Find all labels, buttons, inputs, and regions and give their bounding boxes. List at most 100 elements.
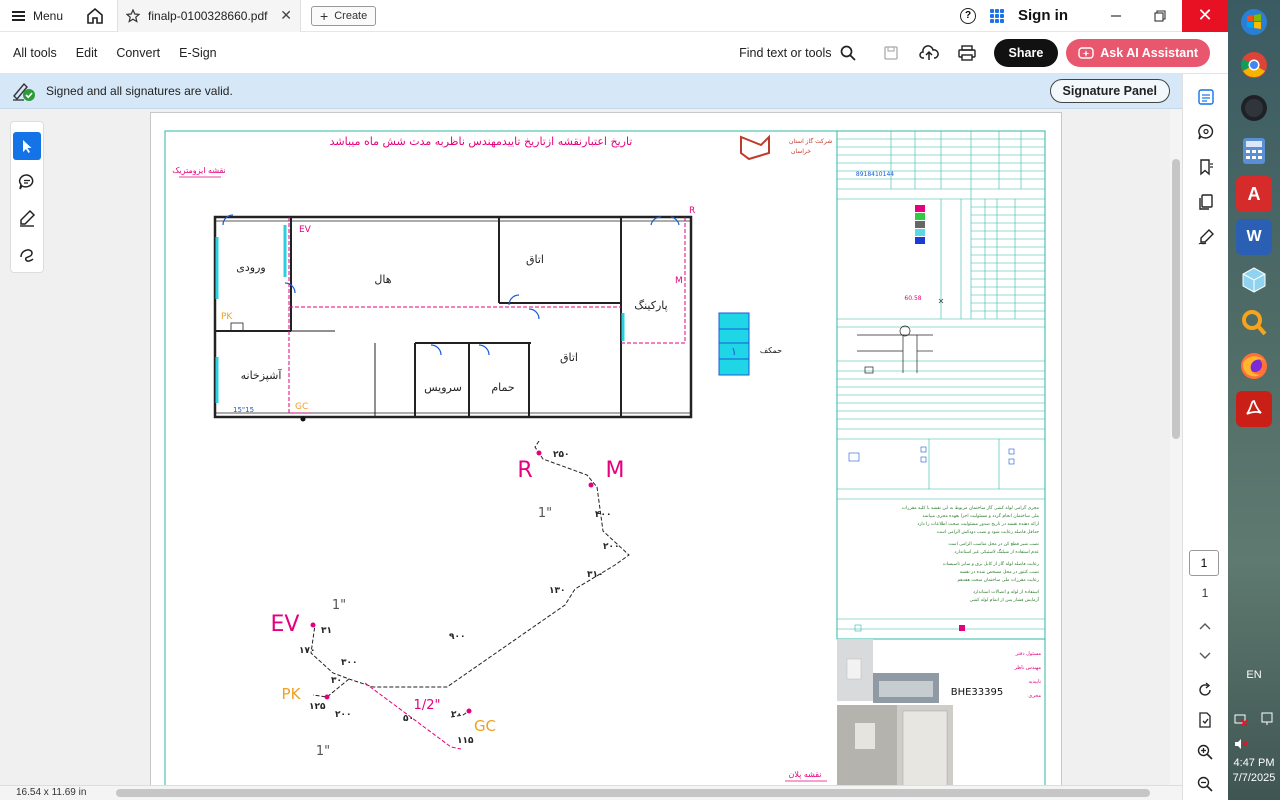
clock-time[interactable]: 4:47 PM [1228, 757, 1280, 769]
network-disconnected-icon[interactable] [1234, 712, 1248, 726]
svg-text:ملی ساختمان انجام گردد و مسئول: ملی ساختمان انجام گردد و مسئولیت اجرا بع… [922, 512, 1039, 519]
help-icon[interactable]: ? [960, 7, 976, 24]
iso-dim-9: ۱۷۰ [299, 646, 315, 656]
iso-size-3: 1" [316, 744, 330, 759]
minimize-button[interactable] [1094, 0, 1138, 32]
sign-pen-icon [1198, 229, 1214, 245]
chrome-icon[interactable] [1236, 47, 1272, 83]
iso-dim-15: ۲۰ [451, 710, 462, 720]
highlight-tool[interactable] [13, 204, 41, 232]
apps-grid-icon[interactable] [990, 8, 1004, 23]
svg-text:تاییدیه: تاییدیه [1028, 679, 1041, 685]
rotate-button[interactable] [1190, 678, 1220, 702]
firefox-icon[interactable] [1236, 348, 1272, 384]
acrobat-taskbar-icon[interactable] [1236, 391, 1272, 427]
previous-page-button[interactable] [1190, 614, 1220, 638]
zoom-out-button[interactable] [1190, 772, 1220, 796]
restore-button[interactable] [1138, 0, 1182, 32]
clock-date[interactable]: 7/7/2025 [1228, 772, 1280, 784]
document-tab[interactable]: finalp-0100328660.pdf ✕ [117, 0, 302, 32]
horizontal-scroll-thumb[interactable] [116, 789, 1150, 797]
edit-menu[interactable]: Edit [76, 46, 98, 60]
right-tools-panel: 1 1 [1182, 74, 1228, 800]
iso-label-m: M [606, 458, 625, 483]
document-viewport[interactable]: تاریخ اعتبارنقشه ازتاریخ تاییدمهندس ناظر… [54, 109, 1170, 785]
page-export-icon [1199, 712, 1211, 728]
close-tab-icon[interactable]: ✕ [280, 7, 292, 24]
bookmarks-panel-button[interactable] [1191, 152, 1221, 182]
svg-text:رعایت فاصله لوله گاز از کابل ب: رعایت فاصله لوله گاز از کابل برق و سایر … [943, 560, 1039, 567]
save-icon [883, 45, 898, 60]
search-app-icon[interactable] [1236, 305, 1272, 341]
iso-label-pk: PK [282, 685, 302, 703]
app-circle-icon[interactable] [1236, 90, 1272, 126]
iso-dim-11: ۱۲۵ [309, 702, 326, 712]
plan-title: نقشه پلان [788, 770, 821, 779]
svg-text:استفاده از لوله و اتصالات استا: استفاده از لوله و اتصالات استاندارد [973, 590, 1039, 595]
vertical-scroll-thumb[interactable] [1172, 159, 1180, 439]
pressure-value: 60.58 [904, 295, 921, 302]
home-button[interactable] [79, 0, 111, 32]
convert-menu[interactable]: Convert [116, 46, 160, 60]
vertical-scrollbar[interactable] [1170, 109, 1182, 785]
search-icon[interactable] [840, 45, 856, 61]
iso-label-r: R [517, 458, 532, 483]
print-button[interactable] [948, 37, 986, 69]
upload-button[interactable] [910, 37, 948, 69]
save-button[interactable] [872, 37, 910, 69]
sign-in-button[interactable]: Sign in [1018, 7, 1068, 24]
restore-icon [1154, 9, 1166, 22]
cube-app-icon[interactable] [1236, 262, 1272, 298]
signature-bar: Signed and all signatures are valid. Sig… [0, 74, 1182, 109]
calculator-icon[interactable] [1236, 133, 1272, 169]
current-page-input[interactable]: 1 [1189, 550, 1219, 576]
esign-menu[interactable]: E-Sign [179, 46, 217, 60]
star-icon[interactable] [126, 8, 141, 23]
floor-number: ١ [731, 345, 737, 358]
extract-page-button[interactable] [1190, 708, 1220, 732]
meter-size-label: 15"15 [233, 406, 254, 414]
ai-summary-button[interactable] [1191, 82, 1221, 112]
svg-text:رعایت مقررات ملی ساختمان مبحث: رعایت مقررات ملی ساختمان مبحث هفدهم [957, 578, 1039, 583]
comment-tool[interactable] [13, 168, 41, 196]
share-button[interactable]: Share [993, 38, 1059, 67]
windows-start-icon[interactable] [1236, 4, 1272, 40]
close-window-button[interactable]: ✕ [1182, 0, 1228, 32]
horizontal-scrollbar[interactable]: 16.54 x 11.69 in [0, 785, 1182, 800]
gas-plan-drawing: تاریخ اعتبارنقشه ازتاریخ تاییدمهندس ناظر… [164, 130, 1046, 785]
zoom-in-button[interactable] [1190, 740, 1220, 764]
volume-muted-icon[interactable] [1234, 738, 1248, 750]
comments-panel-button[interactable] [1191, 117, 1221, 147]
plan-label-m: M [675, 276, 683, 286]
draw-tool[interactable] [13, 240, 41, 268]
word-icon[interactable]: W [1236, 219, 1272, 255]
ai-assistant-button[interactable]: Ask AI Assistant [1066, 38, 1210, 67]
signature-panel-button[interactable]: Signature Panel [1049, 79, 1170, 103]
pages-panel-button[interactable] [1191, 187, 1221, 217]
plan-label-gc: GC [295, 402, 308, 412]
iso-size-2: 1" [332, 598, 346, 613]
fill-sign-button[interactable] [1191, 222, 1221, 252]
next-page-button[interactable] [1190, 644, 1220, 668]
svg-text:نصب شیر قطع کن در محل مناسب ال: نصب شیر قطع کن در محل مناسب الزامی است [948, 541, 1039, 547]
create-button[interactable]: + Create [311, 5, 377, 26]
iso-dim-14: ۱۱۵ [457, 736, 474, 746]
select-tool[interactable] [13, 132, 41, 160]
font-app-icon[interactable]: A [1236, 176, 1272, 212]
windows-taskbar: A W EN 4:47 PM 7/7/2025 [1228, 0, 1280, 800]
menu-button[interactable]: Menu [0, 0, 75, 32]
tray-icons [1234, 712, 1274, 726]
language-indicator[interactable]: EN [1228, 669, 1280, 681]
comment-icon [18, 174, 34, 190]
iso-dim-4: ۳۱۰ [587, 570, 603, 580]
pages-icon [1198, 194, 1213, 210]
phone-number: 8918410144 [856, 171, 894, 178]
find-text-button[interactable]: Find text or tools [739, 46, 831, 60]
info-table: 8918410144 60.58 مجری گرامی لوله کشی گاز… [836, 130, 1046, 785]
comments-icon [1197, 124, 1213, 140]
plan-label-r: R [689, 206, 695, 216]
iso-dim-10: ۳۱ [321, 626, 332, 636]
svg-text:خراسان: خراسان [791, 148, 811, 155]
display-icon[interactable] [1260, 712, 1274, 726]
all-tools-menu[interactable]: All tools [13, 46, 57, 60]
